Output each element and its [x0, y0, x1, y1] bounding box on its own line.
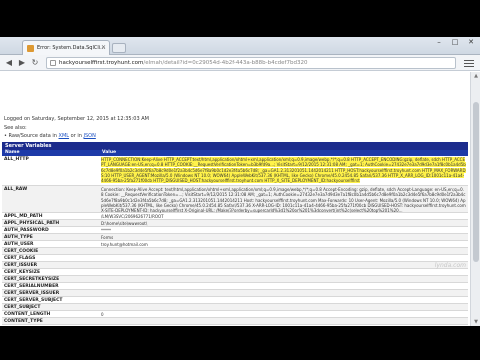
table-row: APPL_PHYSICAL_PATH D:\home\site\wwwroot\	[2, 220, 468, 227]
variable-name: CERT_SECRETKEYSIZE	[4, 277, 60, 282]
vertical-scrollbar[interactable]: ▲ ▼	[470, 72, 480, 326]
variable-name: CERT_COOKIE	[4, 249, 39, 254]
table-row: CERT_SUBJECT	[2, 304, 468, 311]
variable-name: ALL_RAW	[4, 187, 28, 192]
variable-value: troy.hunt@hotmail.com	[101, 242, 148, 247]
browser-toolbar: ◀ ▶ ↻ hackyourselffirst.troyhunt.com/elm…	[0, 55, 480, 71]
variable-name: CERT_SERVER_SUBJECT	[4, 298, 63, 303]
variable-value: HTTP_CONNECTION:Keep-Alive HTTP_ACCEPT:t…	[101, 157, 466, 184]
variable-value: Forms	[101, 235, 114, 240]
variable-value: *****	[101, 228, 111, 233]
table-row: AUTH_TYPE Forms	[2, 234, 468, 241]
url-host: hackyourselffirst.troyhunt.com	[59, 60, 144, 66]
page-info-icon[interactable]	[50, 60, 56, 66]
url-path: /elmah/detail?id=0c29054d-4b2f-443a-b88b…	[143, 60, 308, 66]
variable-name: ALL_HTTP	[4, 157, 29, 162]
variable-name: CONTENT_LENGTH	[4, 312, 51, 317]
minimize-button[interactable]: –	[432, 38, 446, 49]
table-row: CERT_SERVER_SUBJECT	[2, 297, 468, 304]
watermark: lynda.com	[434, 262, 466, 269]
variable-name: CERT_ISSUER	[4, 263, 38, 268]
variable-name: CERT_SERIALNUMBER	[4, 284, 59, 289]
highlighted-value: HTTP_CONNECTION:Keep-Alive HTTP_ACCEPT:t…	[101, 157, 466, 184]
logged-timestamp: Logged on Saturday, September 12, 2015 a…	[4, 116, 149, 122]
server-variables-title: Server Variables	[2, 142, 468, 150]
json-link[interactable]: JSON	[84, 133, 96, 139]
variable-name: CONTENT_TYPE	[4, 319, 43, 324]
server-variables-table: ALL_HTTP HTTP_CONNECTION:Keep-Alive HTTP_…	[2, 156, 468, 325]
forward-button[interactable]: ▶	[17, 58, 27, 68]
table-row: ALL_RAW Connection: Keep-Alive Accept: te…	[2, 186, 468, 213]
variable-name: AUTH_TYPE	[4, 235, 33, 240]
name-column-header: Name	[5, 150, 20, 155]
reload-button[interactable]: ↻	[30, 58, 40, 68]
scroll-up-icon[interactable]: ▲	[473, 73, 479, 79]
page-favicon-icon	[27, 45, 34, 52]
page-content: Logged on Saturday, September 12, 2015 a…	[0, 72, 470, 326]
variable-name: AUTH_USER	[4, 242, 34, 247]
variable-value: 0	[101, 312, 104, 317]
tab-title: Error: System.Data.SqlCli...	[37, 45, 105, 51]
xml-link[interactable]: XML	[59, 133, 70, 139]
browser-menu-icon[interactable]	[464, 58, 474, 68]
browser-window: Error: System.Data.SqlCli... ✕ – □ ✕ ◀ ▶…	[0, 37, 480, 326]
table-row: CERT_FLAGS	[2, 255, 468, 262]
variable-name: APPL_PHYSICAL_PATH	[4, 221, 60, 226]
variable-name: CERT_SUBJECT	[4, 305, 41, 310]
video-frame: Error: System.Data.SqlCli... ✕ – □ ✕ ◀ ▶…	[0, 0, 480, 360]
variable-name: CERT_SERVER_ISSUER	[4, 291, 60, 296]
address-bar[interactable]: hackyourselffirst.troyhunt.com/elmah/det…	[46, 57, 456, 69]
table-row: AUTH_USER troy.hunt@hotmail.com	[2, 241, 468, 248]
table-row: CERT_SERIALNUMBER	[2, 283, 468, 290]
value-column-header: Value	[102, 150, 117, 155]
see-also-links: • Raw/Source data in XML or in JSON	[4, 133, 96, 139]
scrollbar-thumb[interactable]	[473, 102, 479, 262]
browser-tab[interactable]: Error: System.Data.SqlCli... ✕	[22, 40, 110, 55]
table-row: CONTENT_TYPE	[2, 318, 468, 325]
variable-name: AUTH_PASSWORD	[4, 228, 49, 233]
scroll-down-icon[interactable]: ▼	[473, 319, 479, 325]
table-row: ALL_HTTP HTTP_CONNECTION:Keep-Alive HTTP_…	[2, 156, 468, 186]
tab-close-icon[interactable]: ✕	[101, 44, 106, 51]
table-row: APPL_MD_PATH/LM/W3SVC/2069626771/ROOT	[2, 213, 468, 220]
variable-value: D:\home\site\wwwroot\	[101, 221, 148, 226]
table-row: CERT_ISSUER	[2, 262, 468, 269]
raw-source-text: • Raw/Source data in	[4, 133, 57, 139]
new-tab-button[interactable]	[112, 43, 126, 53]
see-also-label: See also:	[4, 125, 27, 131]
table-row: CERT_COOKIE	[2, 248, 468, 255]
variable-name: CERT_FLAGS	[4, 256, 36, 261]
table-row: CONTENT_LENGTH 0	[2, 311, 468, 318]
tab-bar: Error: System.Data.SqlCli... ✕ – □ ✕	[0, 37, 480, 55]
variable-name: CERT_KEYSIZE	[4, 270, 41, 275]
variable-value: Connection: Keep-Alive Accept: text/html…	[101, 187, 466, 214]
variable-value: /LM/W3SVC/2069626771/ROOT	[101, 214, 164, 219]
variable-name: APPL_MD_PATH	[4, 214, 43, 219]
table-row: CERT_SECRETKEYSIZE	[2, 276, 468, 283]
back-button[interactable]: ◀	[4, 58, 14, 68]
close-window-button[interactable]: ✕	[464, 38, 478, 49]
maximize-button[interactable]: □	[448, 38, 462, 49]
table-row: CERT_KEYSIZE	[2, 269, 468, 276]
or-text: or in	[70, 133, 82, 139]
table-row: AUTH_PASSWORD *****	[2, 227, 468, 234]
table-row: CERT_SERVER_ISSUER	[2, 290, 468, 297]
